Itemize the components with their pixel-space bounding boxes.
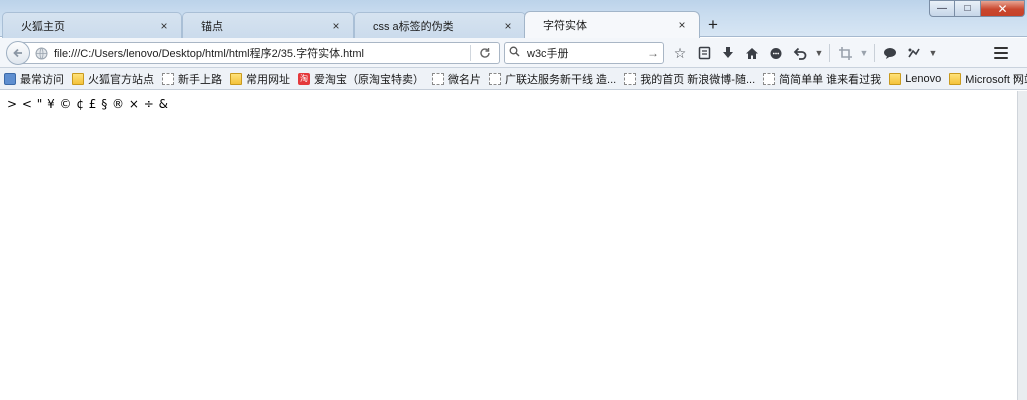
bookmark-label: 最常访问 xyxy=(20,73,64,86)
taobao-icon: 淘 xyxy=(298,72,310,85)
undo-icon[interactable] xyxy=(788,42,812,64)
folder-icon xyxy=(230,72,242,85)
download-icon[interactable] xyxy=(716,42,740,64)
tab-strip: 火狐主页 × 锚点 × css a标签的伪类 × 字符实体 × + — □ ✕ xyxy=(0,0,1027,38)
search-bar[interactable]: w3c手册 → xyxy=(504,42,664,64)
bookmark-label: 简简单单 谁来看过我 xyxy=(779,73,882,86)
tab-anchor[interactable]: 锚点 × xyxy=(182,12,354,38)
chevron-down-icon[interactable]: ▼ xyxy=(926,42,940,64)
bookmark-most-visited[interactable]: 最常访问 xyxy=(4,71,64,87)
bookmark-label: 火狐官方站点 xyxy=(88,73,154,86)
bookmark-firefox-official[interactable]: 火狐官方站点 xyxy=(72,71,154,87)
globe-icon xyxy=(34,46,48,60)
navigation-bar: file:///C:/Users/lenovo/Desktop/html/htm… xyxy=(0,38,1027,68)
reload-icon[interactable] xyxy=(477,45,493,61)
url-bar[interactable]: file:///C:/Users/lenovo/Desktop/html/htm… xyxy=(22,42,500,64)
tab-label: 火狐主页 xyxy=(21,20,65,33)
bookmark-glodon[interactable]: 广联达服务新干线 造... xyxy=(489,71,616,87)
search-icon xyxy=(509,46,523,60)
tab-label: 字符实体 xyxy=(543,20,587,32)
url-text: file:///C:/Users/lenovo/Desktop/html/htm… xyxy=(54,48,364,60)
tab-css-pseudo[interactable]: css a标签的伪类 × xyxy=(354,12,526,38)
page-icon xyxy=(162,72,174,85)
search-go-icon[interactable]: → xyxy=(647,46,659,60)
bookmark-common-sites[interactable]: 常用网址 xyxy=(230,71,290,87)
page-icon xyxy=(432,72,444,85)
screenshot-icon[interactable] xyxy=(902,42,926,64)
reading-list-icon[interactable] xyxy=(692,42,716,64)
bookmark-label: 微名片 xyxy=(448,73,481,86)
window-controls: — □ ✕ xyxy=(929,0,1025,17)
bookmark-visitors[interactable]: 简简单单 谁来看过我 xyxy=(763,71,881,87)
bookmark-label: 广联达服务新干线 造... xyxy=(505,73,617,86)
minimize-button[interactable]: — xyxy=(929,0,955,17)
history-icon xyxy=(4,72,16,85)
page-content: > < " ¥ © ¢ £ § ® × ÷ & xyxy=(0,91,1017,400)
back-arrow-icon xyxy=(13,48,22,58)
back-button[interactable] xyxy=(6,41,30,65)
bookmark-weibo[interactable]: 我的首页 新浪微博-随... xyxy=(624,71,755,87)
tab-firefox-home[interactable]: 火狐主页 × xyxy=(2,12,182,38)
page-icon xyxy=(624,72,637,85)
comment-icon[interactable] xyxy=(878,42,902,64)
bookmark-ai-taobao[interactable]: 淘 爱淘宝（原淘宝特卖） xyxy=(298,71,424,87)
toolbar-divider xyxy=(874,44,875,62)
toolbar-divider xyxy=(829,44,830,62)
tab-label: 锚点 xyxy=(201,20,223,33)
close-icon[interactable]: × xyxy=(675,18,689,32)
home-icon[interactable] xyxy=(740,42,764,64)
bookmark-label: 我的首页 新浪微博-随... xyxy=(640,73,756,86)
page-icon xyxy=(489,72,501,85)
search-input[interactable]: w3c手册 xyxy=(523,45,647,61)
crop-icon[interactable] xyxy=(833,42,857,64)
bookmark-label: 爱淘宝（原淘宝特卖） xyxy=(314,73,424,86)
bookmark-getting-started[interactable]: 新手上路 xyxy=(162,71,222,87)
menu-icon[interactable] xyxy=(989,43,1013,63)
tab-char-entities[interactable]: 字符实体 × xyxy=(524,11,700,38)
bookmark-label: 常用网址 xyxy=(246,73,290,86)
tab-label: css a标签的伪类 xyxy=(373,20,454,33)
chevron-down-icon[interactable]: ▼ xyxy=(857,42,871,64)
folder-icon xyxy=(949,72,962,85)
bookmarks-overflow-button[interactable]: » xyxy=(1013,71,1019,83)
bookmark-lenovo[interactable]: Lenovo xyxy=(889,72,942,85)
close-window-button[interactable]: ✕ xyxy=(981,0,1025,17)
vertical-scrollbar[interactable] xyxy=(1017,91,1027,400)
toolbar: ☆ ▼ ▼ ▼ xyxy=(668,42,940,64)
close-icon[interactable]: × xyxy=(329,19,343,33)
star-icon[interactable]: ☆ xyxy=(668,42,692,64)
bookmark-label: 新手上路 xyxy=(178,73,222,86)
folder-icon xyxy=(889,72,902,85)
bookmarks-bar: 最常访问 火狐官方站点 新手上路 常用网址 淘 爱淘宝（原淘宝特卖） 微名片 广… xyxy=(0,68,1027,90)
url-divider xyxy=(470,45,471,61)
close-icon[interactable]: × xyxy=(157,19,171,33)
maximize-button[interactable]: □ xyxy=(955,0,981,17)
close-icon[interactable]: × xyxy=(501,19,515,33)
new-tab-button[interactable]: + xyxy=(704,15,722,34)
chat-icon[interactable] xyxy=(764,42,788,64)
bookmark-micro-card[interactable]: 微名片 xyxy=(432,71,481,87)
page-icon xyxy=(763,72,776,85)
chevron-down-icon[interactable]: ▼ xyxy=(812,42,826,64)
bookmark-label: Lenovo xyxy=(905,72,942,85)
folder-icon xyxy=(72,72,84,85)
character-entities-text: > < " ¥ © ¢ £ § ® × ÷ & xyxy=(7,97,169,111)
